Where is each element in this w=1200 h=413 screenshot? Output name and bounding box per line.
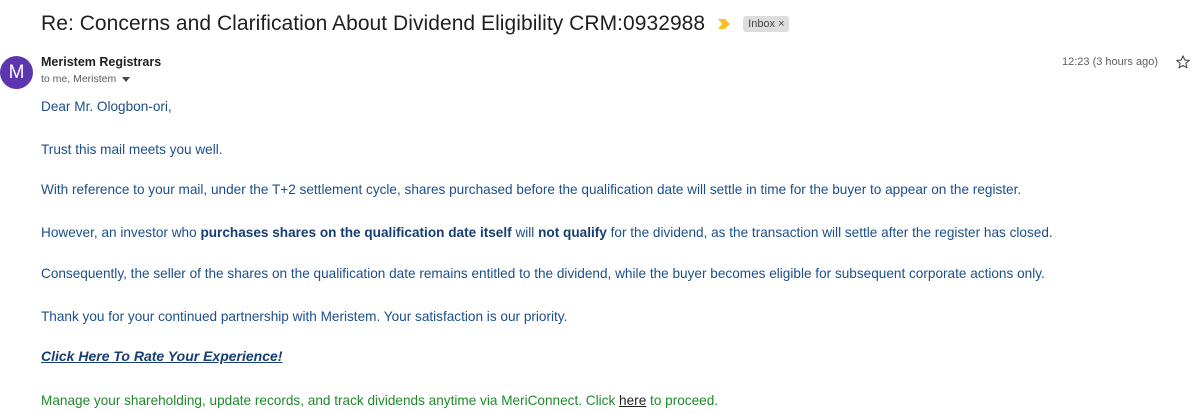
body-paragraph-3-part-a: However, an investor who <box>41 225 201 240</box>
remove-label-icon[interactable]: × <box>778 18 784 30</box>
importance-marker-icon[interactable] <box>717 17 731 31</box>
body-paragraph-3-part-c: will <box>511 225 539 240</box>
body-paragraph-1: Trust this mail meets you well. <box>41 142 223 157</box>
sender-name[interactable]: Meristem Registrars <box>41 55 161 69</box>
mericonnect-here-link[interactable]: here <box>619 393 646 408</box>
rate-experience-link[interactable]: Click Here To Rate Your Experience! <box>41 348 282 364</box>
mericonnect-text-end: to proceed. <box>646 393 719 408</box>
body-paragraph-5: Thank you for your continued partnership… <box>41 309 568 324</box>
mericonnect-footer: Manage your shareholding, update records… <box>41 393 718 408</box>
body-paragraph-3-part-e: for the dividend, as the transaction wil… <box>606 225 1053 240</box>
body-paragraph-2: With reference to your mail, under the T… <box>41 182 1022 197</box>
caret-down-icon[interactable] <box>122 76 131 82</box>
star-icon[interactable] <box>1175 54 1191 70</box>
recipients-text: to me, Meristem <box>41 73 117 85</box>
body-paragraph-3-emphasis-1: purchases shares on the qualification da… <box>200 225 512 240</box>
body-paragraph-3-emphasis-2: not qualify <box>538 225 607 240</box>
inbox-label-chip[interactable]: Inbox × <box>743 16 789 32</box>
greeting: Dear Mr. Ologbon-ori, <box>41 99 172 114</box>
email-header: Re: Concerns and Clarification About Div… <box>41 10 789 38</box>
body-paragraph-3: However, an investor who purchases share… <box>41 225 1053 240</box>
mericonnect-text: Manage your shareholding, update records… <box>41 393 620 408</box>
avatar[interactable]: M <box>0 56 33 89</box>
timestamp: 12:23 (3 hours ago) <box>1061 56 1158 68</box>
recipients-line: to me, Meristem <box>41 73 131 85</box>
inbox-label-text: Inbox <box>748 17 776 30</box>
email-subject: Re: Concerns and Clarification About Div… <box>41 12 706 35</box>
body-paragraph-4: Consequently, the seller of the shares o… <box>41 266 1045 281</box>
